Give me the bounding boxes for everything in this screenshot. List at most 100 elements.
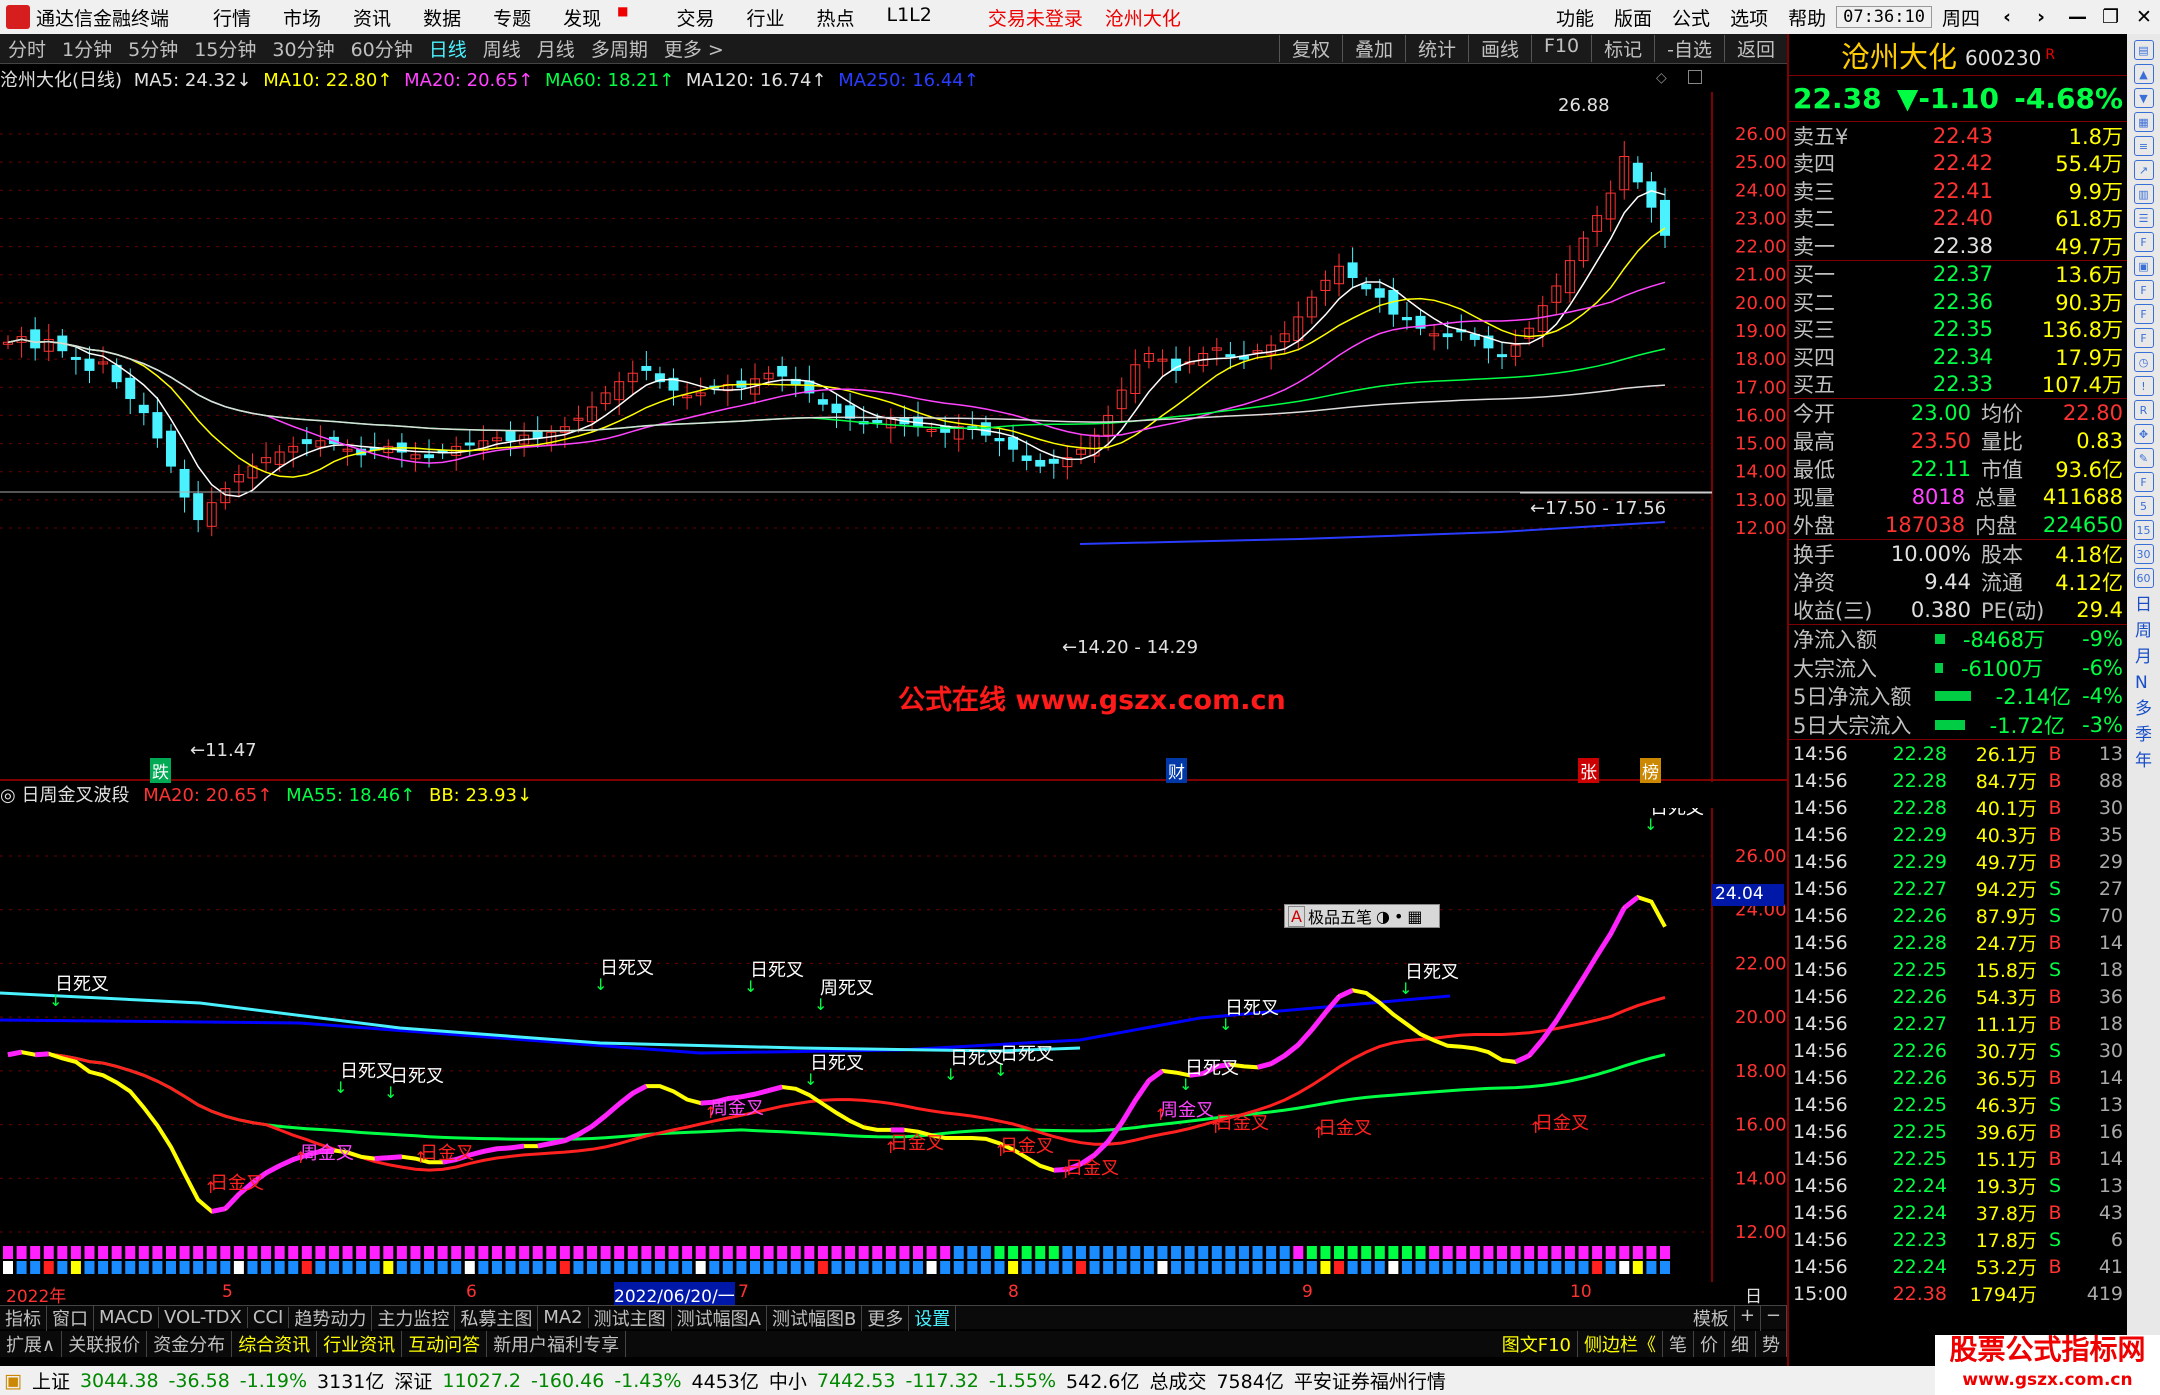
buy-row[interactable]: 买三 22.35 136.8万 xyxy=(1789,316,2127,344)
indicator-name[interactable]: 日周金叉波段 xyxy=(21,785,129,806)
menu-4[interactable]: 专题 xyxy=(477,4,547,31)
sidebar-60-icon[interactable]: 60 xyxy=(2133,568,2154,588)
sidebar-move-icon[interactable]: ✥ xyxy=(2133,424,2154,444)
sidebar-period-1[interactable]: 周 xyxy=(2135,618,2152,644)
right-menu-3[interactable]: 选项 xyxy=(1720,4,1778,31)
sidebar-up-icon[interactable]: ▲ xyxy=(2133,64,2154,84)
indicator-tab-0[interactable]: 指标 xyxy=(0,1304,47,1331)
menu-9[interactable]: L1L2 xyxy=(871,4,948,31)
menu-5[interactable]: 发现 ■ xyxy=(547,4,660,31)
sell-row[interactable]: 卖二 22.40 61.8万 xyxy=(1789,205,2127,233)
menu-8[interactable]: 热点 xyxy=(800,4,870,31)
sidebar-clock-icon[interactable]: ◷ xyxy=(2133,352,2154,372)
info-tab-1[interactable]: 关联报价 xyxy=(62,1331,148,1357)
info-tab-0[interactable]: 扩展∧ xyxy=(0,1331,63,1357)
right-menu-4[interactable]: 帮助 xyxy=(1778,4,1836,31)
buy-row[interactable]: 买二 22.36 90.3万 xyxy=(1789,288,2127,316)
bottom-control-0[interactable]: 模板 xyxy=(1688,1304,1735,1331)
sidebar-period-6[interactable]: 年 xyxy=(2135,748,2152,774)
sidebar-period-5[interactable]: 季 xyxy=(2135,722,2152,748)
chart-diamond-icon[interactable]: ◇ xyxy=(1656,70,1667,86)
period-tab-7[interactable]: 周线 xyxy=(475,35,529,62)
sidebar-table-icon[interactable]: ≡ xyxy=(2133,136,2154,156)
indicator-tab-12[interactable]: 更多 xyxy=(862,1304,910,1331)
period-tab-9[interactable]: 多周期 xyxy=(583,35,656,62)
sidebar-period-2[interactable]: 月 xyxy=(2135,644,2152,670)
indicator-tab-9[interactable]: 测试主图 xyxy=(589,1304,672,1331)
circle-icon[interactable]: ◎ xyxy=(0,785,16,806)
menu-3[interactable]: 数据 xyxy=(407,4,477,31)
indicator-tab-1[interactable]: 窗口 xyxy=(47,1304,94,1331)
info-tab-6[interactable]: 新用户福利专享 xyxy=(487,1331,627,1357)
menu-1[interactable]: 市场 xyxy=(267,4,337,31)
right-menu-1[interactable]: 版面 xyxy=(1604,4,1662,31)
period-tab-0[interactable]: 分时 xyxy=(0,35,54,62)
info-control-5[interactable]: 势 xyxy=(1756,1331,1787,1357)
status-icon[interactable]: ▣ xyxy=(4,1370,22,1392)
sidebar-30-icon[interactable]: 30 xyxy=(2133,544,2154,564)
sidebar-15-icon[interactable]: 15 xyxy=(2133,520,2154,540)
sidebar-5-icon[interactable]: 5 xyxy=(2133,496,2154,516)
sell-row[interactable]: 卖四 22.42 55.4万 xyxy=(1789,150,2127,178)
period-tab-1[interactable]: 1分钟 xyxy=(54,35,120,62)
menu-0[interactable]: 行情 xyxy=(197,4,267,31)
tag-die[interactable]: 跌 xyxy=(150,758,171,783)
bottom-control-1[interactable]: + xyxy=(1735,1304,1761,1331)
indicator-tab-5[interactable]: 趋势动力 xyxy=(289,1304,373,1331)
indicator-tab-4[interactable]: CCI xyxy=(248,1307,290,1328)
info-tab-2[interactable]: 资金分布 xyxy=(147,1331,233,1357)
sell-row[interactable]: 卖五¥ 22.43 1.8万 xyxy=(1789,122,2127,150)
tag-bang[interactable]: 榜 xyxy=(1640,758,1661,783)
ime-toolbar[interactable]: A 极品五笔 ◑ • ▦ xyxy=(1284,904,1440,928)
sidebar-cart-icon[interactable]: ▤ xyxy=(2133,40,2154,60)
close-icon[interactable]: ✕ xyxy=(2126,6,2160,28)
indicator-tab-2[interactable]: MACD xyxy=(94,1307,159,1328)
menu-6[interactable]: 交易 xyxy=(660,4,730,31)
tag-cai[interactable]: 财 xyxy=(1166,758,1187,783)
indicator-tab-8[interactable]: MA2 xyxy=(538,1307,589,1328)
back-icon[interactable]: ‹ xyxy=(1990,6,2024,28)
period-tab-10[interactable]: 更多 > xyxy=(656,35,732,62)
sidebar-f2-icon[interactable]: F xyxy=(2133,304,2154,324)
menu-7[interactable]: 行业 xyxy=(730,4,800,31)
right-menu-2[interactable]: 公式 xyxy=(1662,4,1720,31)
sidebar-period-4[interactable]: 多 xyxy=(2135,696,2152,722)
indicator-tab-3[interactable]: VOL-TDX xyxy=(159,1307,248,1328)
sidebar-period-0[interactable]: 日 xyxy=(2135,592,2152,618)
sidebar-f3-icon[interactable]: F xyxy=(2133,328,2154,348)
buy-row[interactable]: 买一 22.37 13.6万 xyxy=(1789,261,2127,289)
menu-2[interactable]: 资讯 xyxy=(337,4,407,31)
indicator-tab-11[interactable]: 测试幅图B xyxy=(767,1304,863,1331)
info-control-4[interactable]: 细 xyxy=(1725,1331,1756,1357)
tool-button-6[interactable]: -自选 xyxy=(1654,35,1724,62)
info-tab-4[interactable]: 行业资讯 xyxy=(317,1331,403,1357)
bottom-control-2[interactable]: − xyxy=(1761,1304,1787,1331)
indicator-tab-7[interactable]: 私募主图 xyxy=(455,1304,539,1331)
buy-row[interactable]: 买四 22.34 17.9万 xyxy=(1789,343,2127,371)
kline-chart[interactable]: 26.00 25.00 24.00 23.00 22.00 21.00 20.00 19.00… xyxy=(0,92,1787,782)
sidebar-fs-icon[interactable]: F xyxy=(2133,472,2154,492)
info-tab-5[interactable]: 互动问答 xyxy=(402,1331,488,1357)
tool-button-4[interactable]: F10 xyxy=(1531,35,1591,62)
tag-zhang[interactable]: 张 xyxy=(1578,758,1599,783)
sidebar-bars-icon[interactable]: ▥ xyxy=(2133,184,2154,204)
sell-row[interactable]: 卖一 22.38 49.7万 xyxy=(1789,232,2127,260)
sidebar-period-3[interactable]: N xyxy=(2135,670,2152,696)
info-control-1[interactable]: 侧边栏《 xyxy=(1578,1331,1663,1357)
indicator-tab-13[interactable]: 设置 xyxy=(909,1304,957,1331)
sidebar-down-icon[interactable]: ▼ xyxy=(2133,88,2154,108)
tool-button-7[interactable]: 返回 xyxy=(1723,35,1787,62)
period-tab-4[interactable]: 30分钟 xyxy=(264,35,342,62)
period-tab-5[interactable]: 60分钟 xyxy=(343,35,421,62)
sidebar-rsi-icon[interactable]: R xyxy=(2133,400,2154,420)
period-tab-2[interactable]: 5分钟 xyxy=(120,35,186,62)
tool-button-3[interactable]: 画线 xyxy=(1467,35,1531,62)
indicator-tab-6[interactable]: 主力监控 xyxy=(372,1304,456,1331)
sidebar-pen-icon[interactable]: ✎ xyxy=(2133,448,2154,468)
period-tab-8[interactable]: 月线 xyxy=(529,35,583,62)
buy-row[interactable]: 买五 22.33 107.4万 xyxy=(1789,371,2127,399)
forward-icon[interactable]: › xyxy=(2024,6,2058,28)
chart-expand-icon[interactable] xyxy=(1688,70,1702,84)
login-warning[interactable]: 交易未登录 xyxy=(988,4,1083,31)
sidebar-doc-icon[interactable]: ▣ xyxy=(2133,256,2154,276)
